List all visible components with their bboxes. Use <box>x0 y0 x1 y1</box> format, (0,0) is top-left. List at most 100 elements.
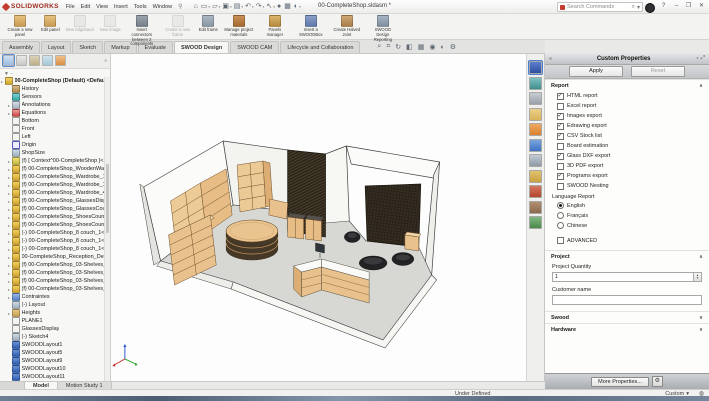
view-tool-icon[interactable]: ⌗ <box>386 43 390 51</box>
right-room-cabinet[interactable] <box>405 232 421 251</box>
section-header-swood[interactable]: Swood ∨ <box>545 311 709 323</box>
dropdown-caret-icon[interactable]: ▾ <box>273 5 275 9</box>
toolbar-button[interactable]: Edit frame <box>196 14 221 39</box>
task-pane-tab-icon[interactable] <box>529 216 542 229</box>
manager-tab-icon[interactable] <box>42 55 53 66</box>
tree-item[interactable]: ▸ShopSize <box>0 149 105 157</box>
radio-button[interactable] <box>557 212 564 219</box>
toolbar-button[interactable]: Edit panel <box>38 14 63 39</box>
minimize-button[interactable]: – <box>671 1 682 12</box>
language-option-row[interactable]: English <box>545 201 709 211</box>
chevron-down-icon[interactable]: ∨ <box>699 327 703 333</box>
tree-item[interactable]: ▸(f) 00-CompleteShop_ShoesCounter_1< <box>0 213 105 221</box>
tree-item[interactable]: ▸(f) 00-CompleteShop_03-Shelves_5<1> <box>0 269 105 277</box>
user-avatar[interactable] <box>645 3 655 13</box>
oval-display-table[interactable] <box>226 220 278 260</box>
more-properties-button[interactable]: More Properties... <box>591 377 649 387</box>
gear-icon[interactable]: ⚙ <box>652 376 663 387</box>
manager-tab-icon[interactable] <box>3 55 14 66</box>
graphics-viewport[interactable] <box>111 53 526 389</box>
tree-item[interactable]: ▸SWOODLayout9 <box>0 357 105 365</box>
view-tool-icon[interactable]: ↻ <box>395 43 401 51</box>
manager-tab-icon[interactable] <box>29 55 40 66</box>
report-option-row[interactable]: Edrawing export <box>545 121 709 131</box>
tree-item[interactable]: ▸(-) Layout <box>0 301 105 309</box>
tree-item[interactable]: ▸PLANE1 <box>0 317 105 325</box>
checkbox[interactable] <box>557 123 564 130</box>
tree-item[interactable]: ▸00-CompleteShop_Reception_Desk_1<1 <box>0 253 105 261</box>
report-option-row[interactable]: Excel report <box>545 101 709 111</box>
pin-icon[interactable]: ⚲ <box>178 3 182 10</box>
tree-item[interactable]: ▸(f) 00-CompleteShop_GlassesCounter_6 <box>0 205 105 213</box>
tree-item[interactable]: ▸(f) [ Context^00-CompleteShop ]<1> -> <box>0 157 105 165</box>
checkbox[interactable] <box>557 93 564 100</box>
view-tool-icon[interactable]: ⌕ <box>377 43 381 51</box>
quick-access-button[interactable]: ▤▾ <box>234 3 243 10</box>
command-tab[interactable]: Sketch <box>72 41 103 53</box>
toolbar-button[interactable]: SWOOD Design Reporting <box>365 14 401 39</box>
restore-button[interactable]: ❐ <box>683 1 694 12</box>
view-tool-icon[interactable]: ◉ <box>429 43 435 51</box>
dropdown-caret-icon[interactable]: ▾ <box>252 5 254 9</box>
tree-item[interactable]: ▸SWOODLayout10 <box>0 365 105 373</box>
task-pane-tab-icon[interactable] <box>529 154 542 167</box>
language-option-row[interactable]: Chinese <box>545 221 709 231</box>
tree-item[interactable]: ▸Origin <box>0 141 105 149</box>
toolbar-button[interactable]: New image <box>97 14 124 39</box>
toolbar-button[interactable]: Manage project materials <box>221 14 257 39</box>
filter-icon[interactable]: ▼ <box>4 71 9 77</box>
report-option-row[interactable]: Glass DXF export <box>545 151 709 161</box>
tree-scrollbar[interactable] <box>104 77 110 389</box>
radio-button[interactable] <box>557 202 564 209</box>
tree-item[interactable]: ▸SWOODLayout11 <box>0 373 105 381</box>
dropdown-caret-icon[interactable]: ▾ <box>263 5 265 9</box>
menu-item[interactable]: Tools <box>131 4 150 10</box>
toolbar-button[interactable]: Create a new panel <box>2 14 38 39</box>
task-pane-tab-icon[interactable] <box>529 185 542 198</box>
tree-item[interactable]: ▸Front <box>0 125 105 133</box>
pin-panel-icon[interactable]: ⤢ <box>700 55 706 62</box>
dropdown-caret-icon[interactable]: ▾ <box>230 5 232 9</box>
quick-access-button[interactable]: ⌂ <box>194 3 199 10</box>
tree-item[interactable]: ▸Sensors <box>0 93 105 101</box>
toolbar-button[interactable]: Insert a SWOODBox <box>293 14 329 39</box>
checkbox[interactable] <box>557 103 564 110</box>
report-option-row[interactable]: 3D PDF export <box>545 161 709 171</box>
quick-access-button[interactable]: ▦ <box>284 3 292 10</box>
manager-tabs-overflow-icon[interactable]: » <box>104 58 107 64</box>
tree-item[interactable]: ▸History <box>0 85 105 93</box>
section-header-project[interactable]: Project ∧ <box>545 250 709 262</box>
chevron-down-icon[interactable]: ∨ <box>699 315 703 321</box>
command-tab[interactable]: Lifecycle and Collaboration <box>280 41 360 53</box>
3d-viewport-scene[interactable] <box>111 53 526 389</box>
checkbox[interactable] <box>557 183 564 190</box>
tree-item[interactable]: ▸(-) Sketch4 <box>0 333 105 341</box>
menu-item[interactable]: Insert <box>111 4 131 10</box>
checkbox[interactable] <box>557 163 564 170</box>
checkbox[interactable] <box>557 153 564 160</box>
quick-access-button[interactable]: ▣▾ <box>222 3 231 10</box>
quick-access-button[interactable]: ◐▾ <box>294 3 301 10</box>
help-icon[interactable]: ? <box>658 1 669 12</box>
tree-item[interactable]: ▸Equations <box>0 109 105 117</box>
report-option-row[interactable]: Images export <box>545 111 709 121</box>
language-option-row[interactable]: Français <box>545 211 709 221</box>
tree-item[interactable]: ▸(f) 00-CompleteShop_ShoesCounter_4< <box>0 221 105 229</box>
radio-button[interactable] <box>557 222 564 229</box>
menu-item[interactable]: View <box>93 4 111 10</box>
tree-item[interactable]: ▸(f) 00-CompleteShop_WoodenWall2_2< <box>0 165 105 173</box>
quick-access-button[interactable]: ▱▾ <box>212 3 220 10</box>
checkbox[interactable] <box>557 143 564 150</box>
tree-item[interactable]: ▸(f) 00-CompleteShop_03-Shelves_6<1> <box>0 277 105 285</box>
report-option-row[interactable]: CSV Stock list <box>545 131 709 141</box>
search-input[interactable]: Search Commands <box>567 4 630 10</box>
search-box[interactable]: Search Commands ⌕ ▾ <box>557 2 643 12</box>
toolbar-button[interactable]: Create Halved Joint <box>329 14 365 39</box>
advanced-row[interactable]: ADVANCED <box>545 236 709 246</box>
dropdown-caret-icon[interactable]: ▾ <box>299 5 301 9</box>
view-tool-icon[interactable]: ◧ <box>406 43 413 51</box>
task-pane-tab-icon[interactable] <box>529 61 542 74</box>
tree-item[interactable]: ▸(f) 00-CompleteShop_Wardrobe_1<1> ( <box>0 173 105 181</box>
command-tab[interactable]: SWOOD Design <box>174 41 229 53</box>
section-header-hardware[interactable]: Hardware ∨ <box>545 323 709 335</box>
